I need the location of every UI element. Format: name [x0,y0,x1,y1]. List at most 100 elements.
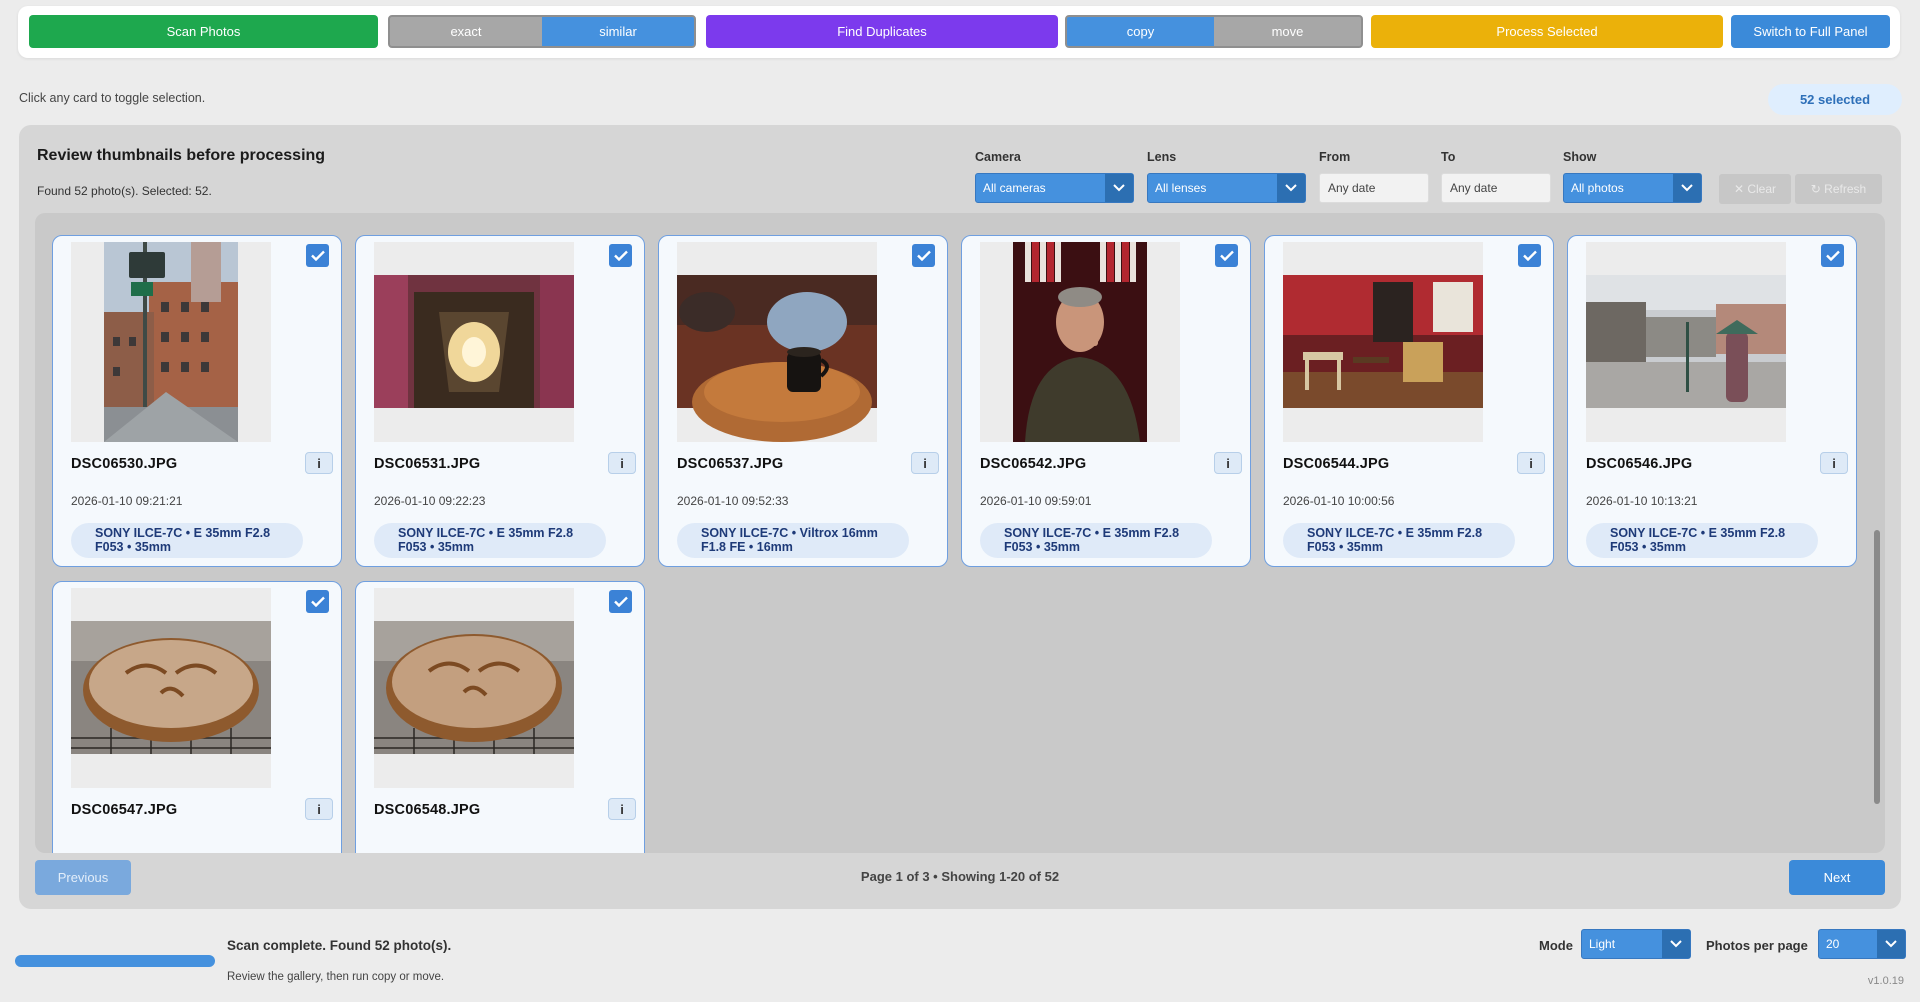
camera-lens-badge: SONY ILCE-7C • E 35mm F2.8 F053 • 35mm [71,523,303,558]
show-select[interactable]: All photos [1563,173,1702,203]
photo-thumbnail [374,242,574,442]
photo-filename: DSC06544.JPG [1283,456,1390,472]
info-button[interactable]: i [608,452,636,474]
status-message: Scan complete. Found 52 photo(s). [227,938,452,953]
process-selected-button[interactable]: Process Selected [1371,15,1723,48]
info-button[interactable]: i [1214,452,1242,474]
camera-lens-text: SONY ILCE-7C • E 35mm F2.8 [1307,526,1483,540]
selected-count-badge: 52 selected [1768,84,1902,115]
photo-card[interactable]: DSC06544.JPG i 2026-01-10 10:00:56 SONY … [1264,235,1554,567]
match-mode-similar[interactable]: similar [542,17,694,46]
info-button[interactable]: i [305,452,333,474]
camera-select[interactable]: All cameras [975,173,1134,203]
selection-checkbox[interactable] [1821,244,1844,267]
photo-thumbnail [980,242,1180,442]
camera-lens-text: SONY ILCE-7C • E 35mm F2.8 [1004,526,1180,540]
per-page-label: Photos per page [1706,938,1808,953]
selection-checkbox[interactable] [912,244,935,267]
mode-label: Mode [1539,938,1573,953]
camera-lens-badge: SONY ILCE-7C • E 35mm F2.8 F053 • 35mm [980,523,1212,558]
mode-select-value: Light [1589,937,1616,951]
photo-card[interactable]: DSC06542.JPG i 2026-01-10 09:59:01 SONY … [961,235,1251,567]
photo-filename: DSC06546.JPG [1586,456,1693,472]
per-page-select[interactable]: 20 [1818,929,1906,959]
photo-date: 2026-01-10 09:59:01 [980,494,1092,508]
camera-lens-text: SONY ILCE-7C • E 35mm F2.8 [95,526,271,540]
photo-thumbnail [374,588,574,788]
photo-thumbnail [71,588,271,788]
refresh-button[interactable]: ↻ Refresh [1795,174,1882,204]
scan-photos-button[interactable]: Scan Photos [29,15,378,48]
photo-filename: DSC06530.JPG [71,456,178,472]
info-button[interactable]: i [911,452,939,474]
toolbar: Scan Photos exact similar Find Duplicate… [18,6,1900,58]
focal-length-text: F053 • 35mm [1004,539,1080,554]
photo-card[interactable]: DSC06548.JPG i [355,581,645,853]
photo-card[interactable]: DSC06546.JPG i 2026-01-10 10:13:21 SONY … [1567,235,1857,567]
thumbnail-gallery: DSC06530.JPG i 2026-01-10 09:21:21 SONY … [35,213,1885,853]
gallery-scrollbar[interactable] [1874,530,1880,804]
lens-select[interactable]: All lenses [1147,173,1306,203]
camera-lens-badge: SONY ILCE-7C • Viltrox 16mm F1.8 FE • 16… [677,523,909,558]
selection-checkbox[interactable] [306,244,329,267]
operation-mode-toggle: copy move [1065,15,1363,48]
camera-lens-text: SONY ILCE-7C • Viltrox 16mm [701,526,878,540]
camera-lens-badge: SONY ILCE-7C • E 35mm F2.8 F053 • 35mm [374,523,606,558]
per-page-select-value: 20 [1826,937,1840,951]
next-page-button[interactable]: Next [1789,860,1885,895]
selection-checkbox[interactable] [1518,244,1541,267]
focal-length-text: F053 • 35mm [95,539,171,554]
from-date-input[interactable]: Any date [1319,173,1429,203]
chevron-down-icon [1877,930,1905,958]
info-button[interactable]: i [1517,452,1545,474]
selection-checkbox[interactable] [306,590,329,613]
operation-mode-move[interactable]: move [1214,17,1361,46]
chevron-down-icon [1662,930,1690,958]
switch-full-panel-button[interactable]: Switch to Full Panel [1731,15,1890,48]
photo-card[interactable]: DSC06530.JPG i 2026-01-10 09:21:21 SONY … [52,235,342,567]
focal-length-text: F053 • 35mm [1307,539,1383,554]
photo-card[interactable]: DSC06531.JPG i 2026-01-10 09:22:23 SONY … [355,235,645,567]
selection-checkbox[interactable] [609,244,632,267]
camera-lens-badge: SONY ILCE-7C • E 35mm F2.8 F053 • 35mm [1586,523,1818,558]
match-mode-exact[interactable]: exact [390,17,542,46]
chevron-down-icon [1105,174,1133,202]
find-duplicates-button[interactable]: Find Duplicates [706,15,1058,48]
camera-select-value: All cameras [983,181,1046,195]
match-mode-toggle: exact similar [388,15,696,48]
photo-card[interactable]: DSC06537.JPG i 2026-01-10 09:52:33 SONY … [658,235,948,567]
camera-lens-text: SONY ILCE-7C • E 35mm F2.8 [398,526,574,540]
camera-lens-text: SONY ILCE-7C • E 35mm F2.8 [1610,526,1786,540]
photo-date: 2026-01-10 09:21:21 [71,494,183,508]
photo-date: 2026-01-10 10:13:21 [1586,494,1698,508]
photo-filename: DSC06547.JPG [71,802,178,818]
info-button[interactable]: i [608,798,636,820]
photo-date: 2026-01-10 10:00:56 [1283,494,1395,508]
photo-filename: DSC06531.JPG [374,456,481,472]
show-filter-label: Show [1563,150,1597,164]
focal-length-text: F053 • 35mm [1610,539,1686,554]
photo-card[interactable]: DSC06547.JPG i [52,581,342,853]
operation-mode-copy[interactable]: copy [1067,17,1214,46]
clear-filters-button[interactable]: ✕ Clear [1719,174,1791,204]
selection-checkbox[interactable] [1215,244,1238,267]
selection-checkbox[interactable] [609,590,632,613]
review-panel: Review thumbnails before processing Foun… [19,125,1901,909]
mode-select[interactable]: Light [1581,929,1691,959]
photo-thumbnail [1283,242,1483,442]
chevron-down-icon [1673,174,1701,202]
from-date-label: From [1319,150,1351,164]
photo-date: 2026-01-10 09:22:23 [374,494,486,508]
focal-length-text: F1.8 FE • 16mm [701,539,793,554]
info-button[interactable]: i [305,798,333,820]
lens-select-value: All lenses [1155,181,1207,195]
page-info: Page 1 of 3 • Showing 1-20 of 52 [860,869,1060,884]
status-hint: Review the gallery, then run copy or mov… [227,971,445,983]
scan-progress-bar [15,955,215,967]
to-date-input[interactable]: Any date [1441,173,1551,203]
info-button[interactable]: i [1820,452,1848,474]
photo-filename: DSC06537.JPG [677,456,784,472]
photo-filename: DSC06542.JPG [980,456,1087,472]
camera-filter-label: Camera [975,150,1021,164]
lens-filter-label: Lens [1147,150,1177,164]
